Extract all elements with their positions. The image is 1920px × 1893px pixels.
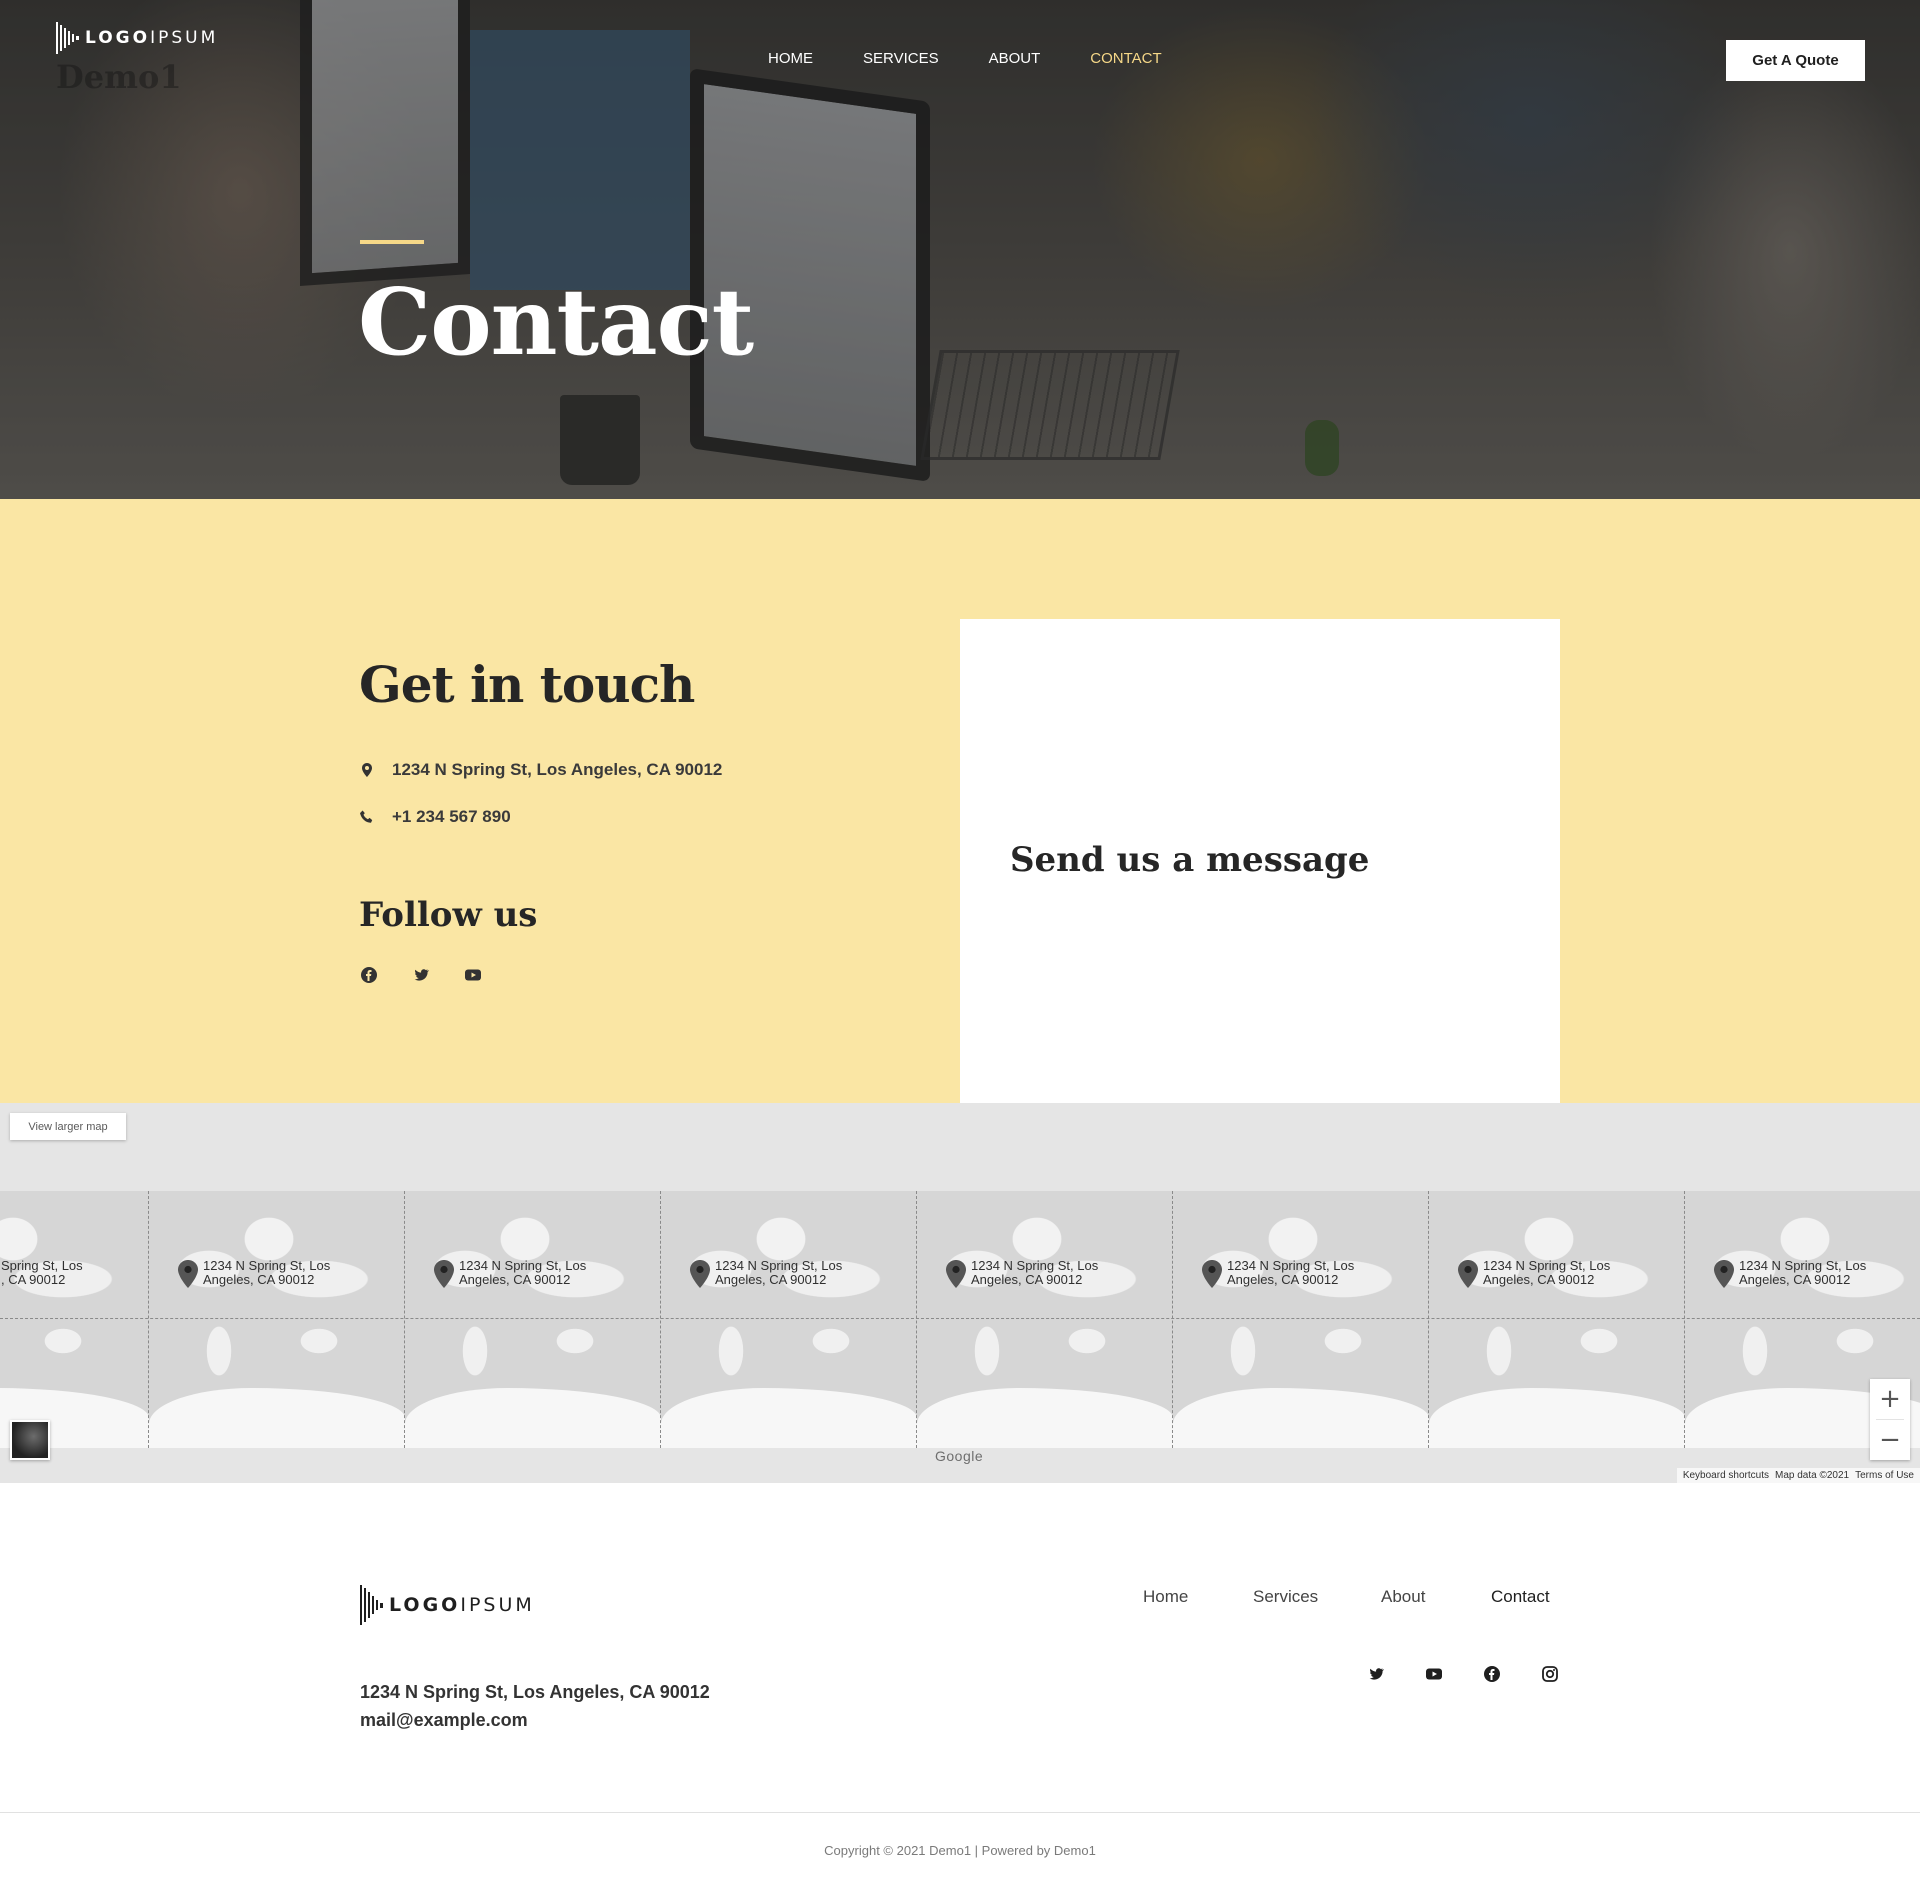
contact-address: 1234 N Spring St, Los Angeles, CA 90012 [359, 760, 722, 780]
phone-icon [360, 810, 373, 823]
footer-contact: 1234 N Spring St, Los Angeles, CA 90012 … [360, 1678, 710, 1734]
location-pin-icon [362, 763, 372, 777]
site-name-ghost: Demo1 [56, 58, 182, 96]
footer-email[interactable]: mail@example.com [360, 1706, 710, 1734]
facebook-icon[interactable] [360, 966, 378, 984]
youtube-icon[interactable] [464, 966, 482, 984]
nav-about[interactable]: ABOUT [989, 50, 1041, 67]
map-pin-label: 1234 N Spring St, Los Angeles, CA 90012 [1483, 1258, 1611, 1287]
google-map[interactable]: Spring St, Los, CA 90012 1234 N Spring S… [0, 1103, 1920, 1483]
zoom-out-button[interactable]: − [1870, 1420, 1910, 1460]
main-nav: HOME SERVICES ABOUT CONTACT [768, 50, 1212, 67]
footer-nav-home[interactable]: Home [1143, 1587, 1188, 1607]
copyright-text: Copyright © 2021 Demo1 | Powered by Demo… [824, 1843, 1096, 1858]
footer-logo[interactable]: LOGOIPSUM [360, 1585, 535, 1625]
footer-social-links [1367, 1665, 1559, 1683]
map-tile: 1234 N Spring St, Los Angeles, CA 90012 [148, 1191, 405, 1448]
map-pin-icon[interactable] [689, 1259, 711, 1289]
map-tile: Spring St, Los, CA 90012 [0, 1191, 149, 1448]
terms-link[interactable]: Terms of Use [1855, 1470, 1914, 1481]
map-tile: 1234 N Spring St, Los Angeles, CA 90012 [1172, 1191, 1429, 1448]
keyboard-shortcuts-link[interactable]: Keyboard shortcuts [1683, 1470, 1769, 1481]
map-tile: 1234 N Spring St, Los Angeles, CA 90012 [660, 1191, 917, 1448]
logo-bars-icon [360, 1585, 383, 1625]
footer-address: 1234 N Spring St, Los Angeles, CA 90012 [360, 1682, 710, 1702]
follow-us-heading: Follow us [359, 895, 538, 935]
zoom-in-button[interactable]: + [1870, 1379, 1910, 1419]
map-pin-icon[interactable] [945, 1259, 967, 1289]
youtube-icon[interactable] [1425, 1665, 1443, 1683]
map-pin-label: 1234 N Spring St, Los Angeles, CA 90012 [459, 1258, 587, 1287]
logo-bars-icon [56, 22, 79, 54]
twitter-icon[interactable] [1367, 1665, 1385, 1683]
map-pin-label: 1234 N Spring St, Los Angeles, CA 90012 [1739, 1258, 1867, 1287]
get-in-touch-heading: Get in touch [359, 655, 695, 714]
hero-banner: LOGOIPSUM Demo1 HOME SERVICES ABOUT CONT… [0, 0, 1920, 499]
logo-text: LOGOIPSUM [85, 28, 219, 48]
footer-nav-services[interactable]: Services [1253, 1587, 1318, 1607]
footer-nav-about[interactable]: About [1381, 1587, 1425, 1607]
hero-accent-rule [360, 240, 424, 244]
nav-home[interactable]: HOME [768, 50, 813, 67]
view-larger-map-button[interactable]: View larger map [10, 1113, 126, 1140]
map-pin-icon[interactable] [1457, 1259, 1479, 1289]
hero-overlay [0, 0, 1920, 499]
footer-divider [0, 1812, 1920, 1813]
google-logo: Google [935, 1448, 984, 1464]
send-message-heading: Send us a message [1010, 840, 1370, 880]
phone-text: +1 234 567 890 [392, 807, 511, 826]
facebook-icon[interactable] [1483, 1665, 1501, 1683]
map-pin-label: 1234 N Spring St, Los Angeles, CA 90012 [715, 1258, 843, 1287]
follow-social-links [360, 966, 482, 984]
map-attribution: Keyboard shortcuts Map data ©2021 Terms … [1676, 1468, 1920, 1483]
nav-contact[interactable]: CONTACT [1090, 50, 1161, 67]
get-quote-button[interactable]: Get A Quote [1726, 40, 1865, 81]
map-pin-icon[interactable] [433, 1259, 455, 1289]
map-zoom-control: + − [1870, 1379, 1910, 1460]
nav-services[interactable]: SERVICES [863, 50, 939, 67]
map-satellite-toggle[interactable] [10, 1420, 50, 1460]
footer-nav-contact[interactable]: Contact [1491, 1587, 1550, 1607]
twitter-icon[interactable] [412, 966, 430, 984]
contact-phone: +1 234 567 890 [359, 807, 511, 827]
map-tiles[interactable]: Spring St, Los, CA 90012 1234 N Spring S… [0, 1191, 1920, 1448]
logo-text: LOGOIPSUM [389, 1594, 535, 1616]
map-tile: 1234 N Spring St, Los Angeles, CA 90012 [916, 1191, 1173, 1448]
map-pin-label: 1234 N Spring St, Los Angeles, CA 90012 [203, 1258, 331, 1287]
map-pin-icon[interactable] [177, 1259, 199, 1289]
map-equator-line [0, 1318, 1920, 1319]
map-pin-label: 1234 N Spring St, Los Angeles, CA 90012 [971, 1258, 1099, 1287]
map-pin-label: 1234 N Spring St, Los Angeles, CA 90012 [1227, 1258, 1355, 1287]
map-data-text: Map data ©2021 [1775, 1470, 1850, 1481]
map-tile: 1234 N Spring St, Los Angeles, CA 90012 [1428, 1191, 1685, 1448]
map-pin-icon[interactable] [1201, 1259, 1223, 1289]
map-pin-icon[interactable] [1713, 1259, 1735, 1289]
page-title: Contact [358, 268, 754, 376]
instagram-icon[interactable] [1541, 1665, 1559, 1683]
map-tile: 1234 N Spring St, Los Angeles, CA 90012 [404, 1191, 661, 1448]
address-text: 1234 N Spring St, Los Angeles, CA 90012 [392, 760, 723, 779]
header-logo[interactable]: LOGOIPSUM [56, 22, 218, 54]
map-pin-label: Spring St, Los, CA 90012 [1, 1258, 83, 1287]
